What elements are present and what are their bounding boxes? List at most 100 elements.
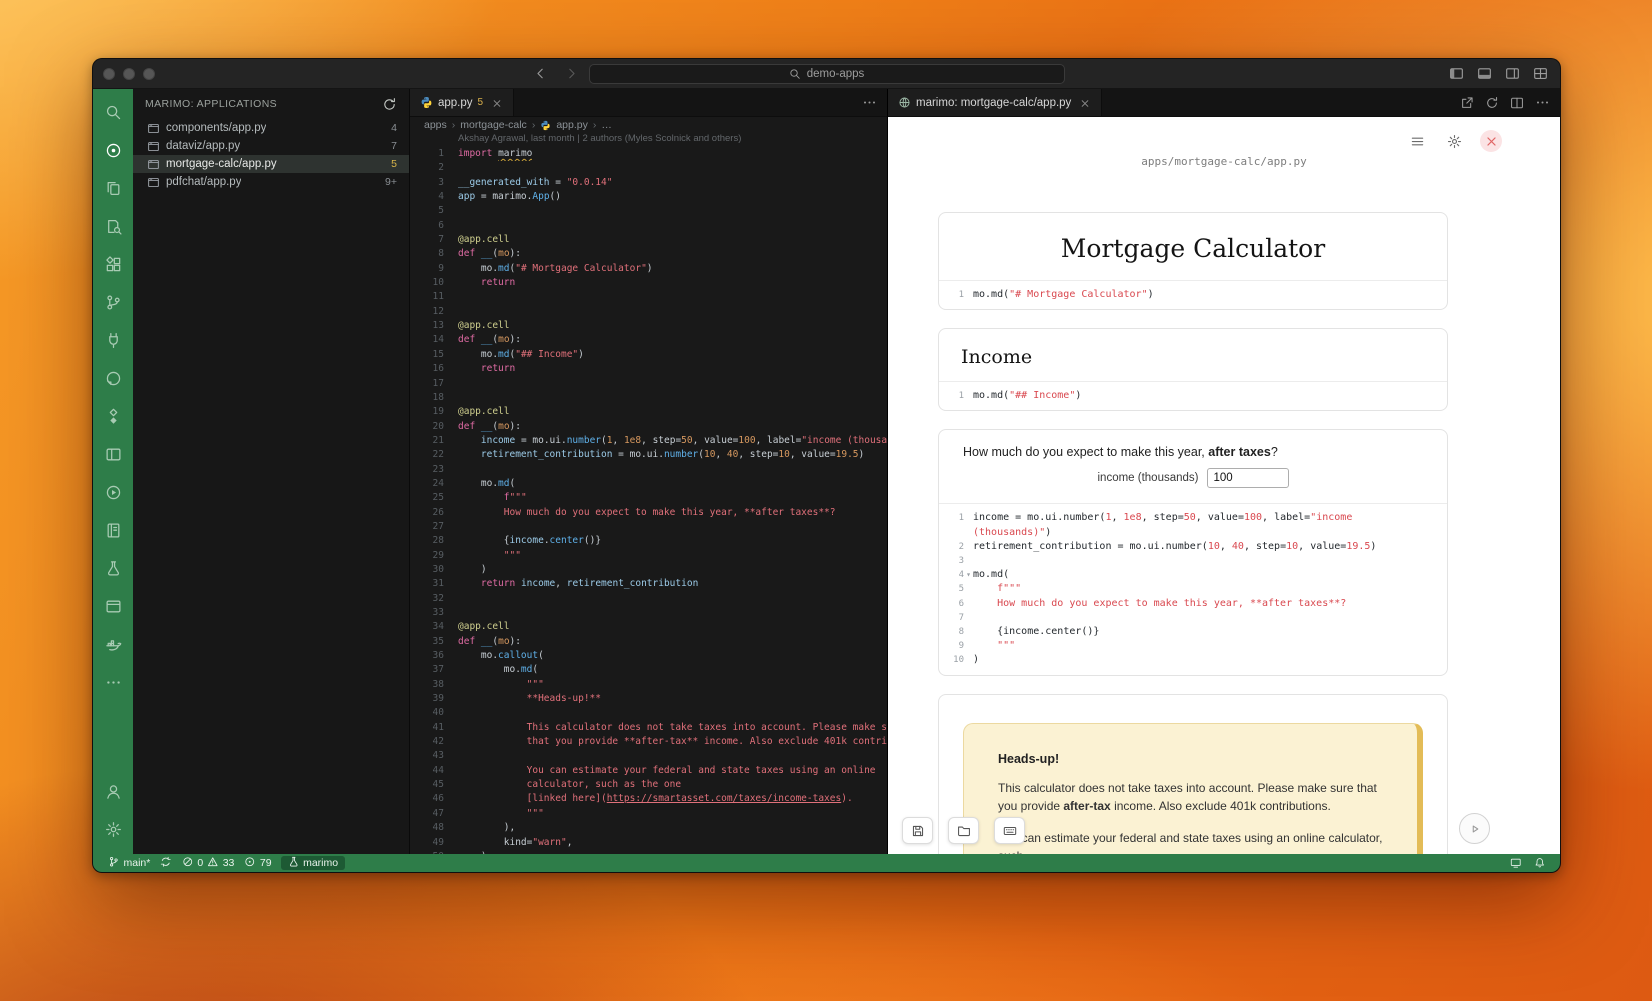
app-file-icon <box>147 140 160 153</box>
directory-button[interactable] <box>948 817 979 844</box>
open-external-icon[interactable] <box>1460 96 1474 110</box>
keyboard-shortcuts-button[interactable] <box>994 817 1025 844</box>
sidebar-file-list: components/app.py4dataviz/app.py7mortgag… <box>133 119 409 191</box>
file-name: pdfchat/app.py <box>166 176 241 188</box>
close-tab-icon[interactable] <box>491 97 503 109</box>
webview-toolbar <box>1406 130 1502 152</box>
file-search-icon[interactable] <box>93 207 133 245</box>
menu-icon[interactable] <box>1406 130 1428 152</box>
layout-icon[interactable] <box>93 435 133 473</box>
vscode-window: demo-apps MARIMO: APPLICATIONS <box>92 58 1561 873</box>
warning-count: 33 <box>223 857 235 869</box>
app-settings-gear-icon[interactable] <box>1443 130 1465 152</box>
more-actions-icon[interactable] <box>862 95 877 110</box>
editor-actions <box>852 89 887 116</box>
problems-status[interactable]: 0 33 <box>177 854 240 872</box>
split-editor-icon[interactable] <box>1510 96 1524 110</box>
ports-status[interactable]: 79 <box>239 854 276 872</box>
port-icon <box>244 856 256 871</box>
git-branch-status[interactable]: main* <box>103 854 155 872</box>
breadcrumb-folder[interactable]: mortgage-calc <box>460 119 527 131</box>
git-branch-icon <box>108 856 120 871</box>
workspace-name: demo-apps <box>807 68 865 80</box>
close-window-button[interactable] <box>103 68 115 80</box>
tab-app-py[interactable]: app.py 5 <box>410 89 514 116</box>
beaker-icon <box>288 856 300 871</box>
search-icon <box>789 68 801 80</box>
sync-icon <box>160 856 172 871</box>
sidebar-item-pdfchat[interactable]: pdfchat/app.py9+ <box>133 173 409 191</box>
settings-gear-icon[interactable] <box>93 810 133 848</box>
tab-marimo-preview[interactable]: marimo: mortgage-calc/app.py <box>888 89 1102 116</box>
marimo-status[interactable]: marimo <box>281 856 346 870</box>
run-icon[interactable] <box>93 473 133 511</box>
sidebar: MARIMO: APPLICATIONS components/app.py4d… <box>133 89 410 854</box>
plug-icon[interactable] <box>93 321 133 359</box>
window-controls <box>103 59 155 88</box>
callout-paragraph: You can estimate your federal and state … <box>998 829 1383 854</box>
refresh-preview-icon[interactable] <box>1485 96 1499 110</box>
zoom-window-button[interactable] <box>143 68 155 80</box>
back-arrow-icon[interactable] <box>533 66 548 81</box>
more-actions-icon[interactable] <box>1535 95 1550 110</box>
cell-code[interactable]: 1mo.md("# Mortgage Calculator") <box>939 280 1447 309</box>
sync-status[interactable] <box>155 854 177 872</box>
explorer-files-icon[interactable] <box>93 169 133 207</box>
marimo-apps-icon[interactable] <box>93 131 133 169</box>
tab-label: app.py <box>438 97 473 109</box>
activity-bar-bottom <box>93 772 133 848</box>
breadcrumb-symbol[interactable]: … <box>601 119 612 131</box>
command-center-search[interactable]: demo-apps <box>589 64 1065 84</box>
source-control-icon[interactable] <box>93 283 133 321</box>
income-number-input[interactable] <box>1207 468 1289 488</box>
breadcrumb-separator <box>532 119 536 131</box>
close-tab-icon[interactable] <box>1079 97 1091 109</box>
run-app-button[interactable] <box>1459 813 1490 844</box>
python-file-icon <box>420 96 433 109</box>
docker-icon[interactable] <box>93 625 133 663</box>
sidebar-item-components[interactable]: components/app.py4 <box>133 119 409 137</box>
shutdown-close-icon[interactable] <box>1480 130 1502 152</box>
search-icon[interactable] <box>93 93 133 131</box>
marimo-diamond-icon[interactable] <box>93 397 133 435</box>
save-button[interactable] <box>902 817 933 844</box>
breadcrumb-folder[interactable]: apps <box>424 119 447 131</box>
extensions-icon[interactable] <box>93 245 133 283</box>
sidebar-item-dataviz[interactable]: dataviz/app.py7 <box>133 137 409 155</box>
notifications-bell-icon[interactable] <box>1529 857 1551 869</box>
minimize-window-button[interactable] <box>123 68 135 80</box>
tests-beaker-icon[interactable] <box>93 549 133 587</box>
notebook-icon[interactable] <box>93 511 133 549</box>
cell-code[interactable]: 1mo.md("## Income") <box>939 381 1447 410</box>
tab-label: marimo: mortgage-calc/app.py <box>916 97 1071 109</box>
forward-arrow-icon[interactable] <box>564 66 579 81</box>
warning-callout: Heads-up! This calculator does not take … <box>963 723 1423 854</box>
github-icon[interactable] <box>93 359 133 397</box>
refresh-icon[interactable] <box>382 97 397 112</box>
income-heading: Income <box>939 329 1447 381</box>
cell-income: Income 1mo.md("## Income") <box>938 328 1448 411</box>
more-icon[interactable] <box>93 663 133 701</box>
account-icon[interactable] <box>93 772 133 810</box>
activity-bar <box>93 89 133 854</box>
remote-window-icon[interactable] <box>93 587 133 625</box>
code-editor[interactable]: 1import marimo23__generated_with = "0.0.… <box>410 146 887 854</box>
customize-layout-icon[interactable] <box>1533 66 1548 81</box>
screencast-icon[interactable] <box>1505 857 1527 869</box>
warning-icon <box>207 856 219 871</box>
cell-code[interactable]: 1income = mo.ui.number(1, 1e8, step=50, … <box>939 503 1447 674</box>
git-blame-annotation: Akshay Agrawal, last month | 2 authors (… <box>410 133 887 146</box>
cell-count-badge: 7 <box>391 140 397 152</box>
python-file-icon <box>540 120 551 131</box>
breadcrumb-separator <box>452 119 456 131</box>
cell-count-badge: 4 <box>391 122 397 134</box>
toggle-secondary-sidebar-icon[interactable] <box>1505 66 1520 81</box>
sidebar-item-mortgage-calc[interactable]: mortgage-calc/app.py5 <box>133 155 409 173</box>
preview-globe-icon <box>898 96 911 109</box>
toggle-sidebar-icon[interactable] <box>1449 66 1464 81</box>
breadcrumb[interactable]: apps mortgage-calc app.py … <box>410 117 887 133</box>
callout-heading: Heads-up! <box>998 752 1383 766</box>
toggle-panel-icon[interactable] <box>1477 66 1492 81</box>
status-bar-right <box>1505 857 1550 869</box>
breadcrumb-file[interactable]: app.py <box>556 119 588 131</box>
